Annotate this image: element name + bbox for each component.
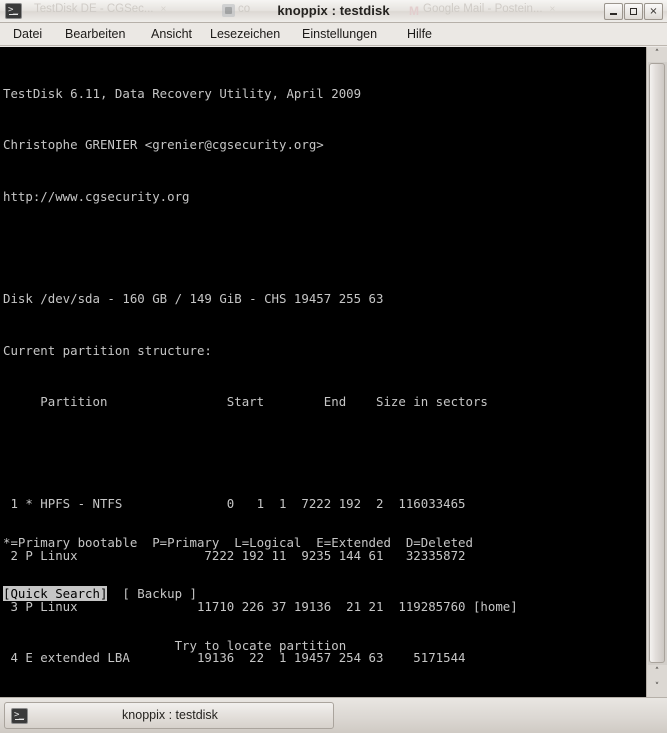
terminal-blank-line-2 (3, 444, 518, 461)
terminal-line-author: Christophe GRENIER <grenier@cgsecurity.o… (3, 137, 324, 153)
terminal-footer: *=Primary bootable P=Primary L=Logical E… (3, 500, 473, 688)
terminal-line-app-title: TestDisk 6.11, Data Recovery Utility, Ap… (3, 86, 362, 102)
scroll-down-icon[interactable]: ˅ (647, 680, 667, 695)
menu-item-ansicht[interactable]: Ansicht (148, 26, 195, 42)
hint-indent (3, 638, 175, 653)
terminal-line-disk: Disk /dev/sda - 160 GB / 149 GiB - CHS 1… (3, 291, 384, 307)
terminal-scrollbar[interactable]: ˄ ˄ ˅ (646, 47, 667, 697)
terminal-icon: >_ (5, 3, 22, 19)
terminal-blank-line-1 (3, 239, 518, 256)
close-icon: × (649, 6, 658, 17)
terminal-line-website: http://www.cgsecurity.org (3, 188, 190, 204)
ghost-tab-3-close-icon: × (549, 4, 556, 15)
taskbar-icon-underscore (15, 719, 24, 720)
terminal-table-header: Partition Start End Size in sectors (3, 393, 488, 409)
ghost-tab-2-label: co (238, 3, 251, 15)
minimize-icon (610, 13, 617, 15)
taskbar-window-label: knoppix : testdisk (122, 708, 218, 722)
action-row-gap (107, 586, 122, 601)
partition-flag-legend: *=Primary bootable P=Primary L=Logical E… (3, 535, 473, 551)
maximize-button[interactable] (624, 3, 643, 20)
terminal-window: >_ TestDisk DE - CGSec... × co M Google M… (0, 0, 667, 697)
action-hint-text: Try to locate partition (174, 637, 347, 653)
close-button[interactable]: × (644, 3, 663, 20)
quick-search-button[interactable]: [Quick Search] (3, 586, 108, 602)
ghost-tab-1-label: TestDisk DE - CGSec... (34, 3, 154, 15)
ghost-tab-1-close-icon: × (160, 4, 167, 15)
terminal-hint-row: Try to locate partition (3, 637, 473, 654)
menu-item-datei[interactable]: Datei (10, 26, 45, 42)
menubar: Datei Bearbeiten Ansicht Lesezeichen Ein… (0, 23, 667, 46)
terminal-icon-underscore (9, 14, 18, 15)
window-controls: × (603, 3, 663, 20)
ghost-tab-3-label: Google Mail - Postein... (423, 3, 543, 15)
maximize-icon (630, 8, 637, 15)
gmail-icon: M (409, 4, 419, 18)
scrollbar-thumb[interactable] (649, 63, 665, 663)
taskbar-window-button[interactable]: >_ knoppix : testdisk (4, 702, 334, 729)
ghost-browser-tab-3: Google Mail - Postein... × (423, 3, 555, 15)
backup-button[interactable]: [ Backup ] (122, 586, 197, 601)
scroll-up-icon-bottom[interactable]: ˄ (647, 665, 667, 680)
terminal-action-row: [Quick Search] [ Backup ] (3, 585, 473, 602)
ghost-browser-tab-1: TestDisk DE - CGSec... × (34, 3, 166, 15)
terminal-icon: >_ (11, 708, 28, 724)
menu-item-bearbeiten[interactable]: Bearbeiten (62, 26, 128, 42)
scroll-up-icon[interactable]: ˄ (647, 47, 667, 62)
menu-item-einstellungen[interactable]: Einstellungen (299, 26, 380, 42)
desktop-taskbar: >_ knoppix : testdisk (0, 697, 667, 733)
terminal-screen[interactable]: TestDisk 6.11, Data Recovery Utility, Ap… (0, 47, 646, 697)
window-titlebar[interactable]: >_ TestDisk DE - CGSec... × co M Google M… (0, 0, 667, 23)
menu-item-lesezeichen[interactable]: Lesezeichen (207, 26, 283, 42)
minimize-button[interactable] (604, 3, 623, 20)
ghost-tab-2-favicon-icon (222, 4, 235, 17)
terminal-line-structure: Current partition structure: (3, 342, 212, 358)
menu-item-hilfe[interactable]: Hilfe (404, 26, 435, 42)
